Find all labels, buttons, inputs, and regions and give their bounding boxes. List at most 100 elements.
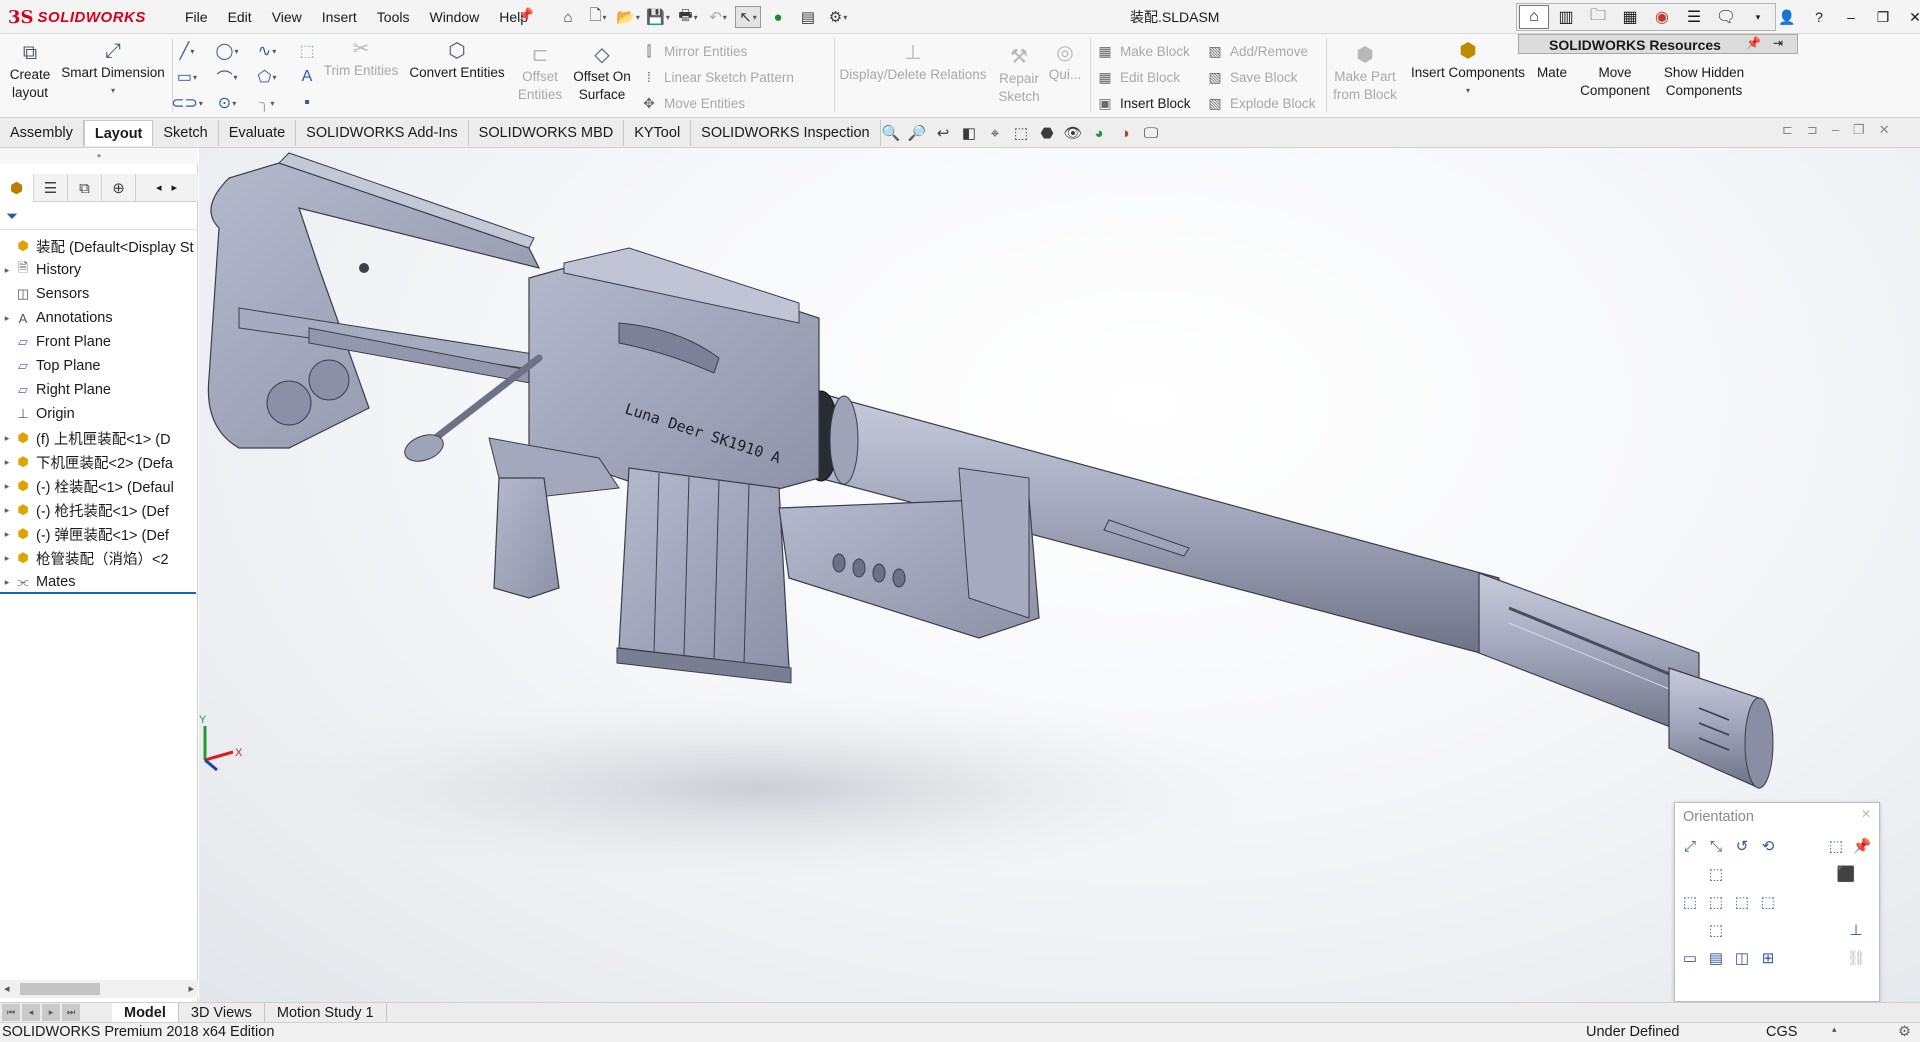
rectangle-icon[interactable]: ▭ ▾ [176,66,198,88]
tree-node[interactable]: ▸ ⬢ 枪管装配（消焰）<2 [0,546,196,570]
display-delete-relations-button[interactable]: ⊥ Display/Delete Relations [838,43,988,84]
tree-node[interactable]: ▱ Right Plane [0,378,196,402]
tab-kytool[interactable]: KYTool [624,120,692,146]
plane-point-icon[interactable]: ▪ [296,92,318,114]
tree-node[interactable]: ◫ Sensors [0,282,196,306]
tab-mbd[interactable]: SOLIDWORKS MBD [468,120,625,146]
split-view-icon[interactable]: ⊏ [1782,122,1793,138]
forum-icon[interactable]: 🗨 [1711,5,1741,29]
repair-sketch-button[interactable]: ⚒ Repair Sketch [996,47,1042,106]
create-layout-button[interactable]: ⧉ Create layout [6,43,54,102]
units-dropdown-icon[interactable]: ▴ [1832,1024,1837,1035]
apply-scene-icon[interactable]: ◑ [1114,122,1136,144]
rollback-bar[interactable] [0,592,196,594]
link-views-icon[interactable]: ⛓ [1845,947,1867,969]
trim-entities-button[interactable]: ✂ Trim Entities [322,39,400,80]
view-cube-icon[interactable]: ⬚ [1825,835,1847,857]
expand-pane-icon[interactable]: ⇥ [1773,36,1783,50]
construction-geometry-icon[interactable]: ⬚ [296,40,318,62]
right-view-icon[interactable]: ⬚ [1731,891,1753,913]
insert-components-button[interactable]: ⬢ Insert Components ▾ [1406,41,1530,100]
file-explorer-icon[interactable]: 🗀 [1583,5,1613,29]
expand-arrow-icon[interactable]: ▸ [0,577,14,588]
tab-scroll-left-icon[interactable]: ◂ [156,174,162,202]
scroll-thumb[interactable] [20,983,100,995]
tree-node[interactable]: ⬢ 装配 (Default<Display St [0,234,196,258]
tree-node[interactable]: ▸ ⬢ 下机匣装配<2> (Defa [0,450,196,474]
open-icon[interactable]: 📂 ▾ [615,6,641,28]
zoom-to-area-icon[interactable]: 🔎 [906,122,928,144]
tab-addins[interactable]: SOLIDWORKS Add-Ins [296,120,469,146]
insert-block-button[interactable]: ▣ Insert Block [1096,92,1190,114]
expand-arrow-icon[interactable]: ▸ [0,433,14,444]
appearances-icon[interactable]: ◉ [1647,5,1677,29]
panel-collapse-handle[interactable]: ● [0,148,198,164]
front-view-icon[interactable]: ⬚ [1705,891,1727,913]
first-tab-icon[interactable]: ⏮ [2,1004,20,1021]
file-properties-icon[interactable]: ▤ [795,6,821,28]
offset-entities-button[interactable]: ⊏ Offset Entities [514,45,566,104]
expand-arrow-icon[interactable]: ▸ [0,529,14,540]
undo-icon[interactable]: ↶ ▾ [705,6,731,28]
feature-tree-tab-icon[interactable]: ⬢ [0,174,34,202]
edit-appearance-icon[interactable]: ◕ [1088,122,1110,144]
expand-arrow-icon[interactable]: ▸ [0,553,14,564]
move-entities-button[interactable]: ✥ Move Entities [640,92,745,114]
smart-dimension-button[interactable]: ⤢ Smart Dimension ▾ [58,41,168,100]
select-icon[interactable]: ↖ ▾ [735,6,761,28]
tab-motion-study[interactable]: Motion Study 1 [265,1003,387,1023]
new-view-icon[interactable]: ⤢ [1679,835,1701,857]
expand-arrow-icon[interactable]: ▸ [0,265,14,276]
arc-icon[interactable]: ⌒ ▾ [216,66,238,88]
previous-tab-icon[interactable]: ◂ [22,1004,40,1021]
solidworks-logo[interactable]: 3S SOLIDWORKS [8,4,158,30]
menu-window[interactable]: Window [419,0,489,34]
point-icon[interactable]: ⊙ ▾ [216,92,238,114]
menu-insert[interactable]: Insert [312,0,367,34]
back-view-icon[interactable]: ⬚ [1757,891,1779,913]
view-selector-icon[interactable]: ⟲ [1757,835,1779,857]
bottom-view-icon[interactable]: ⬚ [1705,919,1727,941]
single-view-icon[interactable]: ▭ [1679,947,1701,969]
viewport-restore-icon[interactable]: ❐ [1853,122,1865,138]
isometric-view-icon[interactable]: ⬛ [1835,863,1857,885]
four-view-icon[interactable]: ⊞ [1757,947,1779,969]
user-icon[interactable]: 👤 [1776,9,1798,26]
status-options-icon[interactable]: ⚙ [1898,1024,1911,1040]
task-pane-menu-icon[interactable]: ▾ [1743,5,1773,29]
tab-assembly[interactable]: Assembly [0,120,84,146]
mirror-entities-button[interactable]: ⫿ Mirror Entities [640,40,748,62]
rebuild-icon[interactable]: ● [765,6,791,28]
offset-on-surface-button[interactable]: ◇ Offset On Surface [568,45,636,104]
edit-block-button[interactable]: ▦ Edit Block [1096,66,1180,88]
filter-icon[interactable]: ⏷ [6,208,18,225]
orientation-close-icon[interactable]: ✕ [1857,807,1875,825]
help-icon[interactable]: ? [1808,9,1830,25]
normal-to-icon[interactable]: ⊥ [1845,919,1867,941]
options-icon[interactable]: ⚙ ▾ [825,6,851,28]
minimize-icon[interactable]: – [1840,9,1862,25]
tree-node[interactable]: ▸ A Annotations [0,306,196,330]
viewport-minimize-icon[interactable]: – [1832,122,1839,138]
tab-evaluate[interactable]: Evaluate [218,120,297,146]
tab-layout[interactable]: Layout [83,120,154,146]
tree-node[interactable]: ▸ ⬢ (f) 上机匣装配<1> (D [0,426,196,450]
tab-3d-views[interactable]: 3D Views [179,1003,265,1023]
rifle-assembly-model[interactable]: Luna Deer SK1910 A Y X [199,148,1920,1002]
dimxpert-tab-icon[interactable]: ⊕ [102,174,136,202]
zoom-to-fit-icon[interactable]: 🔍 [880,122,902,144]
tree-node[interactable]: ⊥ Origin [0,402,196,426]
two-view-vertical-icon[interactable]: ◫ [1731,947,1753,969]
tree-horizontal-scrollbar[interactable]: ◂ ▸ [0,980,198,998]
scroll-right-icon[interactable]: ▸ [188,980,194,998]
last-tab-icon[interactable]: ⏭ [62,1004,80,1021]
make-part-from-block-button[interactable]: ⬢ Make Part from Block [1330,45,1400,104]
two-view-horizontal-icon[interactable]: ▤ [1705,947,1727,969]
unit-system[interactable]: CGS [1766,1024,1797,1040]
spline-icon[interactable]: ∿ ▾ [256,40,278,62]
menu-tools[interactable]: Tools [367,0,420,34]
linear-sketch-pattern-button[interactable]: ⁞ Linear Sketch Pattern [640,66,794,88]
line-icon[interactable]: ╱ ▾ [176,40,198,62]
orientation-pin-icon[interactable]: 📌 [1851,835,1873,857]
graphics-area[interactable]: Luna Deer SK1910 A Y X [199,148,1920,1002]
